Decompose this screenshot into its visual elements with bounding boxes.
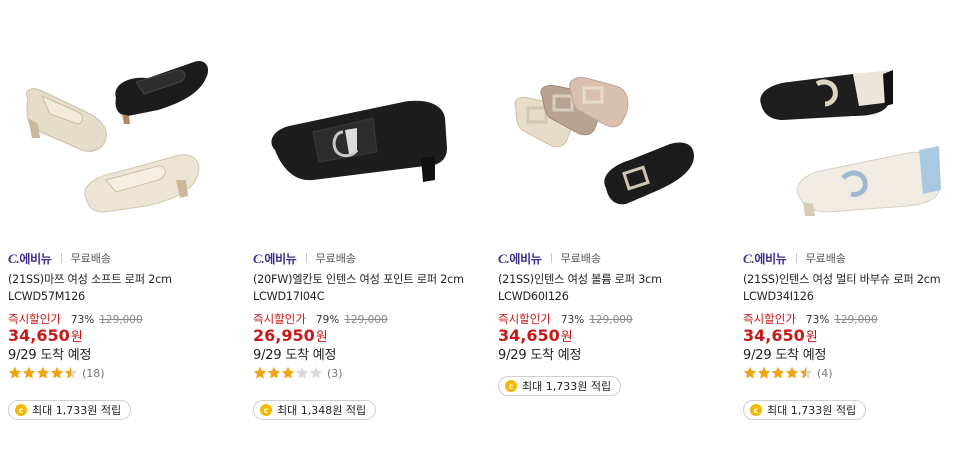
points-text: 최대 1,733원 적립 bbox=[32, 404, 122, 417]
brand-row: C.에비뉴 무료배송 bbox=[743, 250, 846, 266]
coin-icon: c bbox=[15, 404, 27, 416]
brand-logo[interactable]: C.에비뉴 bbox=[743, 250, 787, 267]
star-icon bbox=[50, 366, 64, 379]
points-badge: c 최대 1,348원 적립 bbox=[253, 400, 377, 420]
brand-logo[interactable]: C.에비뉴 bbox=[498, 250, 542, 267]
discount-row: 즉시할인가 79% 129,000 bbox=[253, 311, 388, 327]
sale-price: 34,650원 bbox=[498, 326, 573, 345]
points-text: 최대 1,733원 적립 bbox=[767, 404, 857, 417]
points-badge: c 최대 1,733원 적립 bbox=[743, 400, 867, 420]
discount-rate: 73% bbox=[560, 314, 585, 326]
brand-row: C.에비뉴 무료배송 bbox=[253, 250, 356, 266]
discount-rate: 73% bbox=[70, 314, 95, 326]
star-icon bbox=[64, 366, 78, 379]
star-icon bbox=[281, 366, 295, 379]
star-icon bbox=[771, 366, 785, 379]
divider bbox=[795, 253, 797, 263]
star-rating bbox=[8, 366, 78, 380]
discount-row: 즉시할인가 73% 129,000 bbox=[743, 311, 878, 327]
shipping-label: 무료배송 bbox=[70, 252, 112, 265]
discount-rate: 79% bbox=[315, 314, 340, 326]
product-image[interactable] bbox=[253, 20, 478, 235]
product-image[interactable] bbox=[498, 20, 723, 235]
delivery-info: 9/29 도착 예정 bbox=[8, 348, 92, 363]
star-icon bbox=[799, 366, 813, 379]
delivery-info: 9/29 도착 예정 bbox=[253, 348, 337, 363]
brand-logo[interactable]: C.에비뉴 bbox=[8, 250, 52, 267]
rating[interactable]: (3) bbox=[253, 366, 343, 380]
discount-label: 즉시할인가 bbox=[743, 312, 796, 326]
points-badge: c 최대 1,733원 적립 bbox=[498, 376, 622, 396]
coin-icon: c bbox=[750, 404, 762, 416]
star-rating bbox=[253, 366, 323, 380]
discount-rate: 73% bbox=[805, 314, 830, 326]
review-count: (3) bbox=[327, 366, 343, 380]
points-text: 최대 1,348원 적립 bbox=[277, 404, 367, 417]
discount-row: 즉시할인가 73% 129,000 bbox=[498, 311, 633, 327]
original-price: 129,000 bbox=[344, 314, 388, 326]
review-count: (18) bbox=[82, 366, 105, 380]
brand-row: C.에비뉴 무료배송 bbox=[498, 250, 601, 266]
star-icon bbox=[253, 366, 267, 379]
star-icon bbox=[8, 366, 22, 379]
shipping-label: 무료배송 bbox=[805, 252, 847, 265]
discount-row: 즉시할인가 73% 129,000 bbox=[8, 311, 143, 327]
product-card-2[interactable]: C.에비뉴 무료배송 (20FW)엘칸토 인텐스 여성 포인트 로퍼 2cm L… bbox=[253, 0, 478, 455]
product-image[interactable] bbox=[743, 20, 963, 235]
review-count: (4) bbox=[817, 366, 833, 380]
coin-icon: c bbox=[260, 404, 272, 416]
product-title[interactable]: (21SS)마쯔 여성 소프트 로퍼 2cm LCWD57M126 bbox=[8, 271, 230, 305]
star-icon bbox=[295, 366, 309, 379]
sale-price: 34,650원 bbox=[8, 326, 83, 345]
star-icon bbox=[743, 366, 757, 379]
original-price: 129,000 bbox=[589, 314, 633, 326]
star-icon bbox=[22, 366, 36, 379]
product-card-4[interactable]: C.에비뉴 무료배송 (21SS)인텐스 여성 멀티 바부슈 로퍼 2cm LC… bbox=[743, 0, 963, 455]
product-image[interactable] bbox=[8, 20, 233, 235]
shipping-label: 무료배송 bbox=[560, 252, 602, 265]
coin-icon: c bbox=[505, 380, 517, 392]
discount-label: 즉시할인가 bbox=[253, 312, 306, 326]
product-title[interactable]: (21SS)인텐스 여성 멀티 바부슈 로퍼 2cm LCWD34I126 bbox=[743, 271, 963, 305]
star-rating bbox=[743, 366, 813, 380]
brand-logo[interactable]: C.에비뉴 bbox=[253, 250, 297, 267]
star-icon bbox=[757, 366, 771, 379]
points-badge: c 최대 1,733원 적립 bbox=[8, 400, 132, 420]
original-price: 129,000 bbox=[834, 314, 878, 326]
brand-row: C.에비뉴 무료배송 bbox=[8, 250, 111, 266]
divider bbox=[550, 253, 552, 263]
shipping-label: 무료배송 bbox=[315, 252, 357, 265]
discount-label: 즉시할인가 bbox=[498, 312, 551, 326]
delivery-info: 9/29 도착 예정 bbox=[498, 348, 582, 363]
product-card-3[interactable]: C.에비뉴 무료배송 (21SS)인텐스 여성 볼륨 로퍼 3cm LCWD60… bbox=[498, 0, 723, 455]
delivery-info: 9/29 도착 예정 bbox=[743, 348, 827, 363]
product-card-1[interactable]: C.에비뉴 무료배송 (21SS)마쯔 여성 소프트 로퍼 2cm LCWD57… bbox=[8, 0, 233, 455]
product-title[interactable]: (21SS)인텐스 여성 볼륨 로퍼 3cm LCWD60I126 bbox=[498, 271, 720, 305]
sale-price: 26,950원 bbox=[253, 326, 328, 345]
rating[interactable]: (18) bbox=[8, 366, 105, 380]
star-icon bbox=[309, 366, 323, 379]
star-icon bbox=[267, 366, 281, 379]
discount-label: 즉시할인가 bbox=[8, 312, 61, 326]
star-icon bbox=[785, 366, 799, 379]
sale-price: 34,650원 bbox=[743, 326, 818, 345]
divider bbox=[60, 253, 62, 263]
original-price: 129,000 bbox=[99, 314, 143, 326]
points-text: 최대 1,733원 적립 bbox=[522, 380, 612, 393]
divider bbox=[305, 253, 307, 263]
star-icon bbox=[36, 366, 50, 379]
rating[interactable]: (4) bbox=[743, 366, 833, 380]
product-title[interactable]: (20FW)엘칸토 인텐스 여성 포인트 로퍼 2cm LCWD17I04C bbox=[253, 271, 475, 305]
